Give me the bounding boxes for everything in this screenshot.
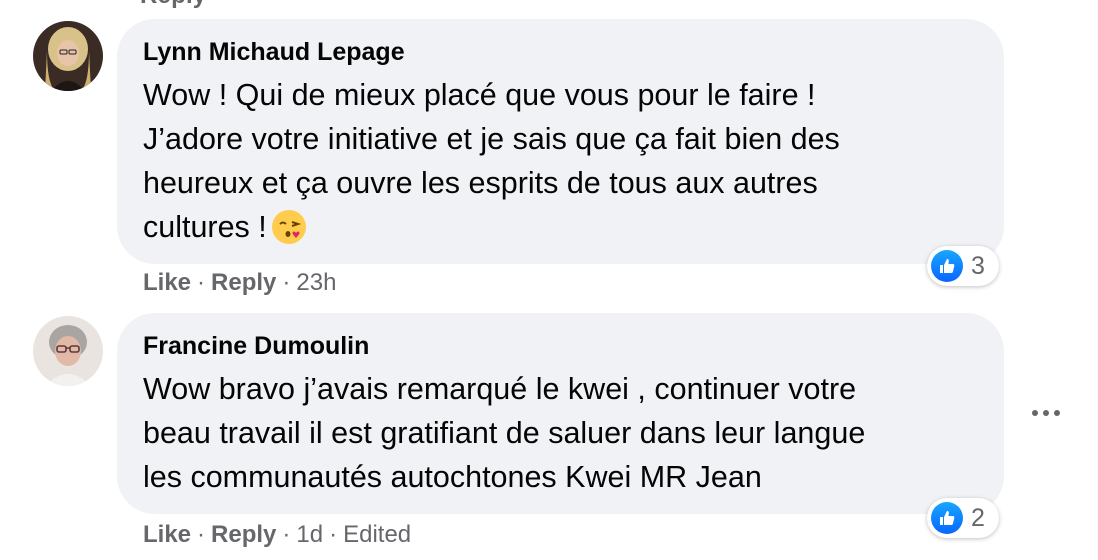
reaction-count: 2 [971, 503, 985, 532]
separator: · [197, 521, 206, 548]
comment-actions: Like · Reply · 1d · Edited [143, 520, 411, 550]
comments-section: Reply Lynn Michaud Lepage Wow ! Qui de m… [0, 0, 1098, 560]
comment-actions: Like · Reply · 23h [143, 268, 336, 298]
like-icon [931, 250, 963, 282]
reaction-count: 3 [971, 251, 985, 280]
like-link[interactable]: Like [143, 521, 191, 548]
reply-link[interactable]: Reply [211, 521, 276, 548]
comment-author[interactable]: Francine Dumoulin [143, 331, 978, 361]
comment-text-content: Wow ! Qui de mieux placé que vous pour l… [143, 78, 840, 244]
avatar[interactable] [33, 316, 103, 386]
comment-bubble: Francine Dumoulin Wow bravo j’avais rema… [117, 313, 1004, 514]
previous-reply-link[interactable]: Reply [140, 0, 206, 10]
comment-text: Wow bravo j’avais remarqué le kwei , con… [143, 372, 866, 494]
profile-photo-icon [33, 316, 103, 386]
reply-link[interactable]: Reply [211, 269, 276, 296]
avatar[interactable] [33, 21, 103, 91]
separator: · [329, 521, 338, 548]
reaction-summary[interactable]: 3 [927, 246, 999, 286]
edited-label[interactable]: Edited [343, 521, 411, 548]
timestamp-link[interactable]: 23h [296, 269, 336, 296]
separator: · [282, 269, 291, 296]
comment-bubble: Lynn Michaud Lepage Wow ! Qui de mieux p… [117, 19, 1004, 264]
like-link[interactable]: Like [143, 269, 191, 296]
reaction-summary[interactable]: 2 [927, 498, 999, 538]
timestamp-link[interactable]: 1d [296, 521, 323, 548]
more-options-icon[interactable] [1029, 400, 1063, 426]
face-blowing-kiss-icon [271, 209, 307, 245]
comment-author[interactable]: Lynn Michaud Lepage [143, 37, 978, 67]
separator: · [282, 521, 291, 548]
profile-photo-icon [33, 21, 103, 91]
separator: · [197, 269, 206, 296]
comment-text: Wow ! Qui de mieux placé que vous pour l… [143, 73, 978, 249]
like-icon [931, 502, 963, 534]
